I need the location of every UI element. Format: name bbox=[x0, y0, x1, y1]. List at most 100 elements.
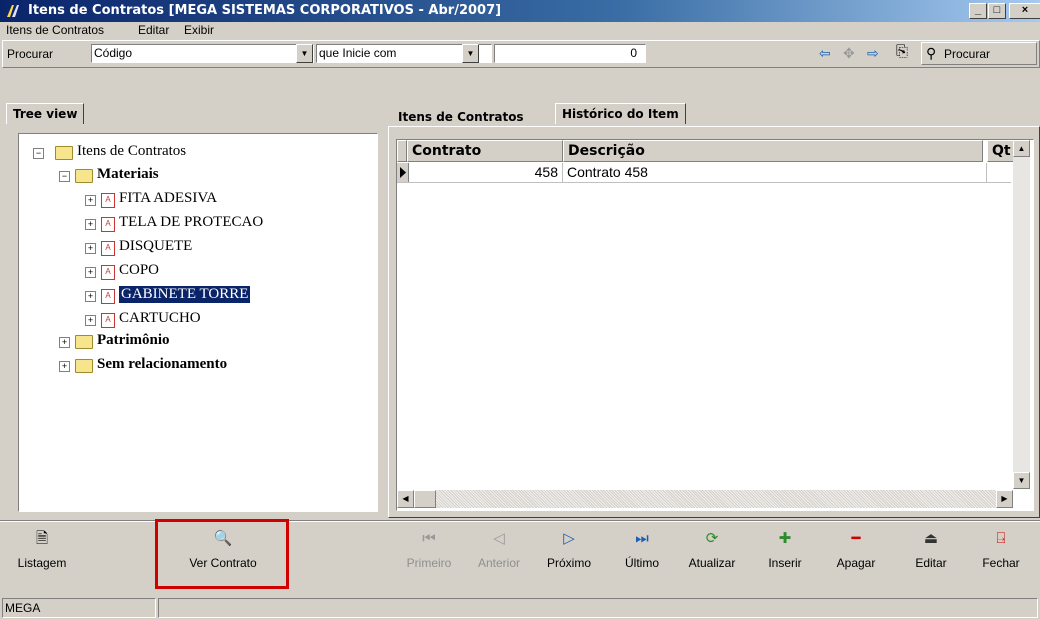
expand-icon[interactable]: + bbox=[59, 337, 70, 348]
data-grid[interactable]: Contrato Descrição Qt 458 Contrato 458 ▲… bbox=[396, 139, 1034, 511]
tree-item[interactable]: FITA ADESIVA bbox=[119, 190, 217, 207]
report-icon: 🗎 bbox=[35, 530, 49, 547]
expand-icon[interactable]: + bbox=[85, 195, 96, 206]
tree-item[interactable]: COPO bbox=[119, 262, 159, 279]
close-button[interactable]: × bbox=[1009, 3, 1040, 19]
status-bar: MEGA bbox=[0, 596, 1040, 619]
column-header-descricao[interactable]: Descrição bbox=[563, 140, 983, 162]
search-label: Procurar bbox=[7, 47, 54, 61]
folder-icon bbox=[75, 335, 93, 349]
insert-icon: ✚ bbox=[778, 530, 792, 547]
horizontal-scrollbar[interactable]: ◀ ▶ bbox=[397, 490, 1013, 508]
chevron-down-icon[interactable]: ▼ bbox=[462, 44, 479, 63]
maximize-button[interactable]: □ bbox=[988, 3, 1006, 19]
nav-button-label: Anterior bbox=[477, 556, 521, 570]
refresh-icon: ⟳ bbox=[705, 530, 719, 547]
current-row-icon bbox=[397, 163, 409, 182]
tree-group-sem-relacionamento[interactable]: Sem relacionamento bbox=[97, 356, 227, 373]
tab-tree-view[interactable]: Tree view bbox=[6, 103, 85, 124]
nav-button-label: Fechar bbox=[982, 556, 1020, 570]
nav-button-anterior[interactable]: ◁ Anterior bbox=[466, 528, 532, 584]
tree-group-materiais[interactable]: Materiais bbox=[97, 166, 159, 183]
title-bar[interactable]: Itens de Contratos [MEGA SISTEMAS CORPOR… bbox=[0, 0, 1040, 22]
cell-contrato: 458 bbox=[409, 163, 563, 182]
nav-button-prximo[interactable]: ▷ Próximo bbox=[536, 528, 602, 584]
nav-button-label: Apagar bbox=[836, 556, 876, 570]
next-icon: ▷ bbox=[563, 530, 575, 547]
delete-icon: ━ bbox=[851, 530, 861, 547]
menu-editar[interactable]: Editar bbox=[138, 23, 169, 37]
scroll-right-icon[interactable]: ▶ bbox=[996, 490, 1013, 508]
listagem-label: Listagem bbox=[17, 556, 67, 570]
tab-itens-de-contratos[interactable]: Itens de Contratos bbox=[392, 107, 530, 127]
search-field-select[interactable]: Código ▼ bbox=[91, 44, 314, 63]
item-doc-icon: A bbox=[101, 265, 115, 280]
tree-root[interactable]: Itens de Contratos bbox=[77, 143, 186, 160]
expand-icon[interactable]: + bbox=[85, 315, 96, 326]
ver-contrato-label: Ver Contrato bbox=[189, 556, 257, 570]
nav-button-ltimo[interactable]: ⏭ Último bbox=[609, 528, 675, 584]
binoculars-icon: ⚲ bbox=[926, 45, 937, 61]
expand-icon[interactable]: + bbox=[85, 267, 96, 278]
export-icon[interactable]: ⎘ bbox=[891, 43, 913, 63]
tab-historico-do-item[interactable]: Histórico do Item bbox=[555, 103, 686, 124]
row-indicator-header bbox=[397, 140, 407, 162]
nav-button-label: Último bbox=[624, 556, 659, 570]
listagem-button[interactable]: 🗎 Listagem bbox=[2, 528, 82, 584]
folder-icon bbox=[75, 169, 93, 183]
arrow-right-icon[interactable]: ⇨ bbox=[867, 45, 879, 62]
move-icon[interactable]: ✥ bbox=[843, 45, 855, 62]
scroll-thumb[interactable] bbox=[414, 490, 436, 508]
tree-item[interactable]: GABINETE TORRE bbox=[119, 286, 251, 303]
item-doc-icon: A bbox=[101, 193, 115, 208]
search-input[interactable]: 0 bbox=[494, 44, 646, 63]
tree-item[interactable]: DISQUETE bbox=[119, 238, 192, 255]
nav-button-atualizar[interactable]: ⟳ Atualizar bbox=[679, 528, 745, 584]
edit-icon: ⏏ bbox=[923, 530, 939, 547]
chevron-down-icon[interactable]: ▼ bbox=[296, 44, 313, 63]
tree-view[interactable]: − Itens de Contratos − Materiais + A FITA … bbox=[18, 133, 378, 512]
search-count: 0 bbox=[630, 46, 637, 60]
scroll-down-icon[interactable]: ▼ bbox=[1013, 472, 1030, 489]
column-header-qt[interactable]: Qt bbox=[987, 140, 1015, 162]
arrow-left-icon[interactable]: ⇦ bbox=[819, 45, 831, 62]
scroll-left-icon[interactable]: ◀ bbox=[397, 490, 414, 508]
expand-icon[interactable]: + bbox=[85, 243, 96, 254]
column-header-contrato[interactable]: Contrato bbox=[407, 140, 563, 162]
search-mode-value: que Inicie com bbox=[319, 46, 397, 60]
collapse-icon[interactable]: − bbox=[33, 148, 44, 159]
nav-button-inserir[interactable]: ✚ Inserir bbox=[752, 528, 818, 584]
nav-button-primeiro[interactable]: ⏮ Primeiro bbox=[396, 528, 462, 584]
search-field-value: Código bbox=[94, 46, 133, 60]
item-doc-icon: A bbox=[101, 313, 115, 328]
folder-icon bbox=[75, 359, 93, 373]
menu-itens-de-contratos[interactable]: Itens de Contratos bbox=[6, 23, 104, 37]
nav-button-label: Primeiro bbox=[406, 556, 452, 570]
scroll-up-icon[interactable]: ▲ bbox=[1013, 140, 1030, 157]
expand-icon[interactable]: + bbox=[59, 361, 70, 372]
minimize-button[interactable]: _ bbox=[969, 3, 987, 19]
search-mode-select[interactable]: que Inicie com ▼ bbox=[316, 44, 492, 63]
table-row[interactable]: 458 Contrato 458 bbox=[397, 163, 1011, 183]
ver-contrato-button[interactable]: 🔍 Ver Contrato bbox=[160, 528, 286, 584]
expand-icon[interactable]: + bbox=[85, 291, 96, 302]
tree-group-patrimonio[interactable]: Patrimônio bbox=[97, 332, 170, 349]
menu-bar: Itens de Contratos Editar Exibir bbox=[0, 22, 1040, 40]
nav-button-editar[interactable]: ⏏ Editar bbox=[898, 528, 964, 584]
item-doc-icon: A bbox=[101, 241, 115, 256]
nav-button-label: Editar bbox=[915, 556, 947, 570]
previous-icon: ◁ bbox=[493, 530, 505, 547]
vertical-scrollbar[interactable]: ▲ ▼ bbox=[1013, 140, 1030, 489]
exit-icon: ⍈ bbox=[996, 530, 1006, 547]
cell-descricao: Contrato 458 bbox=[567, 163, 987, 182]
tree-item[interactable]: TELA DE PROTECAO bbox=[119, 214, 263, 231]
nav-button-fechar[interactable]: ⍈ Fechar bbox=[968, 528, 1034, 584]
procurar-button[interactable]: ⚲ Procurar bbox=[921, 42, 1037, 65]
nav-button-apagar[interactable]: ━ Apagar bbox=[823, 528, 889, 584]
magnifier-document-icon: 🔍 bbox=[213, 530, 233, 547]
expand-icon[interactable]: + bbox=[85, 219, 96, 230]
tree-item[interactable]: CARTUCHO bbox=[119, 310, 201, 327]
menu-exibir[interactable]: Exibir bbox=[184, 23, 214, 37]
collapse-icon[interactable]: − bbox=[59, 171, 70, 182]
nav-arrows: ⇦ ✥ ⇨ bbox=[819, 45, 899, 63]
